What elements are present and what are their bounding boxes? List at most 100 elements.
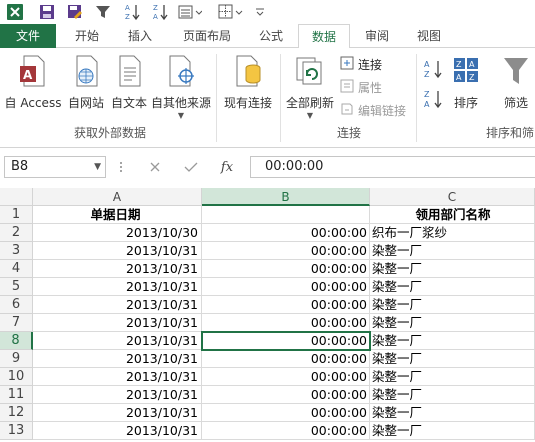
- column-header-b[interactable]: B: [202, 188, 370, 206]
- sort-a-to-z-button[interactable]: AZ: [422, 58, 446, 83]
- cell-a[interactable]: 2013/10/31: [33, 260, 202, 278]
- cell-c[interactable]: 染整一厂: [370, 422, 535, 440]
- row-header[interactable]: 9: [0, 350, 33, 368]
- cancel-icon[interactable]: [140, 156, 170, 178]
- row-header[interactable]: 7: [0, 314, 33, 332]
- cell-c[interactable]: 染整一厂: [370, 386, 535, 404]
- edit-links-button[interactable]: 编辑链接: [340, 102, 406, 119]
- tab-data[interactable]: 数据: [298, 24, 350, 49]
- enter-icon[interactable]: [176, 156, 206, 178]
- existing-connections-button[interactable]: 现有连接: [220, 54, 276, 111]
- cell-b[interactable]: 00:00:00: [202, 386, 370, 404]
- cell-b[interactable]: 00:00:00: [202, 368, 370, 386]
- save-as-icon[interactable]: [64, 2, 86, 22]
- more-options-icon: [114, 156, 128, 178]
- tab-file[interactable]: 文件: [0, 24, 56, 48]
- tab-home[interactable]: 开始: [62, 24, 112, 48]
- row-header[interactable]: 2: [0, 224, 33, 242]
- cell-c[interactable]: 染整一厂: [370, 368, 535, 386]
- cell-c[interactable]: 染整一厂: [370, 314, 535, 332]
- row-header[interactable]: 13: [0, 422, 33, 440]
- cell-b[interactable]: 00:00:00: [202, 404, 370, 422]
- from-other-sources-button[interactable]: 自其他来源 ▼: [150, 54, 212, 120]
- formula-input[interactable]: 00:00:00: [250, 156, 535, 178]
- select-all-corner[interactable]: [0, 188, 33, 206]
- cell-c[interactable]: 染整一厂: [370, 260, 535, 278]
- row-header[interactable]: 4: [0, 260, 33, 278]
- cell-c[interactable]: 染整一厂: [370, 332, 535, 350]
- cell-c[interactable]: 染整一厂: [370, 404, 535, 422]
- row-header[interactable]: 5: [0, 278, 33, 296]
- cell-a[interactable]: 2013/10/31: [33, 404, 202, 422]
- cell-c[interactable]: 领用部门名称: [370, 206, 535, 224]
- tab-page-layout[interactable]: 页面布局: [170, 24, 244, 48]
- column-header-a[interactable]: A: [33, 188, 202, 206]
- from-access-label: 自 Access: [4, 96, 62, 110]
- customize-qat-icon[interactable]: [252, 2, 268, 22]
- cell-b[interactable]: 00:00:00: [202, 422, 370, 440]
- cell-a[interactable]: 2013/10/31: [33, 242, 202, 260]
- name-box[interactable]: B8 ▼: [4, 156, 106, 178]
- borders-icon[interactable]: [216, 2, 246, 22]
- row-header[interactable]: 10: [0, 368, 33, 386]
- cell-c[interactable]: 染整一厂: [370, 242, 535, 260]
- tab-view[interactable]: 视图: [406, 24, 452, 48]
- form-icon[interactable]: [176, 2, 204, 22]
- svg-text:Z: Z: [456, 60, 462, 69]
- cell-b[interactable]: 00:00:00: [202, 296, 370, 314]
- tab-insert[interactable]: 插入: [116, 24, 164, 48]
- cell-a[interactable]: 2013/10/31: [33, 296, 202, 314]
- cell-c[interactable]: 染整一厂: [370, 296, 535, 314]
- cell-b[interactable]: 00:00:00: [202, 350, 370, 368]
- row-header[interactable]: 1: [0, 206, 33, 224]
- sort-ascending-icon[interactable]: AZ: [122, 2, 144, 22]
- cell-a[interactable]: 2013/10/31: [33, 332, 202, 350]
- tab-formulas[interactable]: 公式: [248, 24, 294, 48]
- table-row: 12 2013/10/31 00:00:00 染整一厂: [0, 404, 535, 422]
- filter-icon[interactable]: [92, 2, 114, 22]
- table-row: 13 2013/10/31 00:00:00 染整一厂: [0, 422, 535, 440]
- properties-button[interactable]: 属性: [340, 79, 382, 96]
- cell-c[interactable]: 染整一厂: [370, 350, 535, 368]
- cell-b[interactable]: 00:00:00: [202, 332, 370, 350]
- save-icon[interactable]: [36, 2, 58, 22]
- refresh-all-label: 全部刷新: [285, 96, 334, 110]
- connections-button[interactable]: 连接: [340, 56, 382, 73]
- cell-b[interactable]: 00:00:00: [202, 278, 370, 296]
- cell-b[interactable]: 00:00:00: [202, 260, 370, 278]
- sort-descending-icon[interactable]: ZA: [150, 2, 172, 22]
- row-header[interactable]: 11: [0, 386, 33, 404]
- cell-a[interactable]: 单据日期: [33, 206, 202, 224]
- from-web-button[interactable]: 自网站: [64, 54, 108, 111]
- tab-review[interactable]: 审阅: [354, 24, 400, 48]
- cell-a[interactable]: 2013/10/30: [33, 224, 202, 242]
- table-row: 11 2013/10/31 00:00:00 染整一厂: [0, 386, 535, 404]
- cell-a[interactable]: 2013/10/31: [33, 386, 202, 404]
- existing-connections-icon: [233, 54, 263, 90]
- cell-b[interactable]: 00:00:00: [202, 224, 370, 242]
- row-header[interactable]: 3: [0, 242, 33, 260]
- cell-a[interactable]: 2013/10/31: [33, 422, 202, 440]
- sort-button[interactable]: ZAAZ 排序: [448, 54, 484, 111]
- cell-c[interactable]: 染整一厂: [370, 278, 535, 296]
- column-header-c[interactable]: C: [370, 188, 535, 206]
- cell-b[interactable]: 00:00:00: [202, 242, 370, 260]
- cell-c[interactable]: 织布一厂浆纱: [370, 224, 535, 242]
- filter-button[interactable]: 筛选: [496, 54, 535, 111]
- group-separator: [280, 54, 281, 142]
- sort-z-to-a-button[interactable]: ZA: [422, 88, 446, 113]
- row-header[interactable]: 8: [0, 332, 33, 350]
- from-access-button[interactable]: A 自 Access: [2, 54, 64, 111]
- refresh-icon: [295, 54, 325, 90]
- insert-function-icon[interactable]: fx: [212, 156, 242, 178]
- row-header[interactable]: 12: [0, 404, 33, 422]
- cell-b[interactable]: 00:00:00: [202, 314, 370, 332]
- cell-a[interactable]: 2013/10/31: [33, 314, 202, 332]
- cell-a[interactable]: 2013/10/31: [33, 350, 202, 368]
- cell-b[interactable]: [202, 206, 370, 224]
- from-text-button[interactable]: 自文本: [108, 54, 150, 111]
- cell-a[interactable]: 2013/10/31: [33, 368, 202, 386]
- refresh-all-button[interactable]: 全部刷新 ▼: [284, 54, 336, 120]
- row-header[interactable]: 6: [0, 296, 33, 314]
- cell-a[interactable]: 2013/10/31: [33, 278, 202, 296]
